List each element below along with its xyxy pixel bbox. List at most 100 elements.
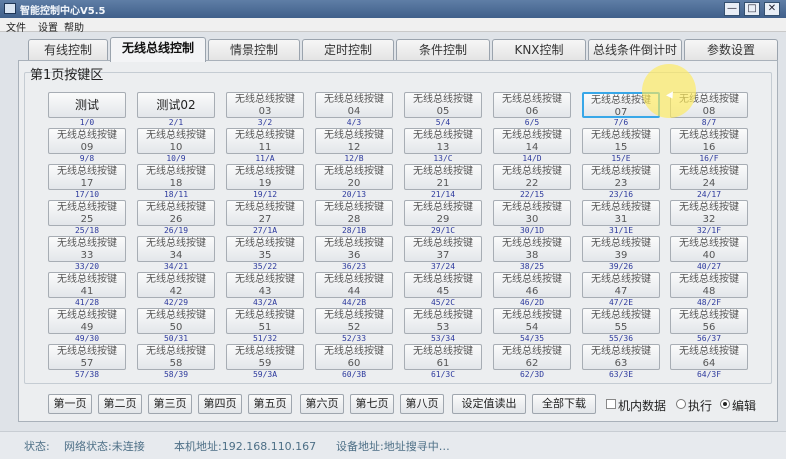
page-5-button[interactable]: 第五页 [248,394,292,414]
key-button[interactable]: 无线总线按键 64 [670,344,748,370]
tab-condition-control[interactable]: 条件控制 [396,39,490,60]
key-button[interactable]: 无线总线按键 33 [48,236,126,262]
key-button[interactable]: 无线总线按键 45 [404,272,482,298]
key-label: 无线总线按键 [146,202,206,213]
key-button[interactable]: 无线总线按键 12 [315,128,393,154]
key-button[interactable]: 无线总线按键 10 [137,128,215,154]
local-data-checkbox[interactable] [606,399,616,409]
key-button[interactable]: 无线总线按键 14 [493,128,571,154]
key-button[interactable]: 无线总线按键 40 [670,236,748,262]
page-4-button[interactable]: 第四页 [198,394,242,414]
key-button[interactable]: 无线总线按键 59 [226,344,304,370]
key-button[interactable]: 无线总线按键 24 [670,164,748,190]
key-button[interactable]: 测试02 [137,92,215,118]
key-button[interactable]: 无线总线按键 53 [404,308,482,334]
key-address: 37/24 [430,262,456,271]
key-button[interactable]: 无线总线按键 60 [315,344,393,370]
key-button[interactable]: 无线总线按键 39 [582,236,660,262]
key-address: 43/2A [252,298,278,307]
key-label: 无线总线按键 [679,166,739,177]
close-button[interactable]: ✕ [764,2,780,16]
tab-scene-control[interactable]: 情景控制 [208,39,300,60]
key-button[interactable]: 无线总线按键 47 [582,272,660,298]
tab-timer-control[interactable]: 定时控制 [302,39,394,60]
key-button[interactable]: 无线总线按键 31 [582,200,660,226]
key-address: 53/34 [430,334,456,343]
maximize-button[interactable]: □ [744,2,760,16]
page-2-button[interactable]: 第二页 [98,394,142,414]
key-button[interactable]: 无线总线按键 37 [404,236,482,262]
menu-help[interactable]: 帮助 [64,19,84,34]
key-button[interactable]: 无线总线按键 18 [137,164,215,190]
tab-wired-control[interactable]: 有线控制 [28,39,108,60]
key-button[interactable]: 无线总线按键 15 [582,128,660,154]
key-button[interactable]: 无线总线按键 55 [582,308,660,334]
key-button[interactable]: 无线总线按键 19 [226,164,304,190]
key-button[interactable]: 无线总线按键 44 [315,272,393,298]
read-settings-button[interactable]: 设定值读出 [452,394,526,414]
page-1-button[interactable]: 第一页 [48,394,92,414]
tab-parameter-settings[interactable]: 参数设置 [684,39,778,60]
key-button[interactable]: 无线总线按键 46 [493,272,571,298]
key-button[interactable]: 无线总线按键 04 [315,92,393,118]
key-button[interactable]: 无线总线按键 35 [226,236,304,262]
key-button[interactable]: 无线总线按键 13 [404,128,482,154]
key-label: 无线总线按键 [235,274,295,285]
page-7-button[interactable]: 第七页 [350,394,394,414]
key-button[interactable]: 无线总线按键 61 [404,344,482,370]
key-button[interactable]: 无线总线按键 05 [404,92,482,118]
key-button[interactable]: 无线总线按键 58 [137,344,215,370]
key-button[interactable]: 无线总线按键 42 [137,272,215,298]
key-address: 57/38 [74,370,100,379]
key-label: 无线总线按键 [57,310,117,321]
key-button[interactable]: 无线总线按键 16 [670,128,748,154]
execute-radio[interactable] [676,399,686,409]
key-button[interactable]: 无线总线按键 54 [493,308,571,334]
key-button[interactable]: 无线总线按键 20 [315,164,393,190]
key-button[interactable]: 无线总线按键 11 [226,128,304,154]
key-button[interactable]: 无线总线按键 29 [404,200,482,226]
tab-bus-condition-countdown[interactable]: 总线条件倒计时 [588,39,682,60]
key-button[interactable]: 无线总线按键 38 [493,236,571,262]
key-button[interactable]: 无线总线按键 52 [315,308,393,334]
key-button[interactable]: 无线总线按键 03 [226,92,304,118]
key-button[interactable]: 无线总线按键 22 [493,164,571,190]
key-button[interactable]: 无线总线按键 50 [137,308,215,334]
key-button[interactable]: 无线总线按键 34 [137,236,215,262]
key-button[interactable]: 无线总线按键 49 [48,308,126,334]
key-button[interactable]: 无线总线按键 17 [48,164,126,190]
key-label: 无线总线按键 [591,130,651,141]
key-button[interactable]: 无线总线按键 25 [48,200,126,226]
key-button[interactable]: 无线总线按键 28 [315,200,393,226]
key-button[interactable]: 无线总线按键 26 [137,200,215,226]
key-button[interactable]: 测试 [48,92,126,118]
key-button[interactable]: 无线总线按键 06 [493,92,571,118]
key-number: 23 [614,178,628,189]
menu-file[interactable]: 文件 [6,19,26,34]
page-8-button[interactable]: 第八页 [400,394,444,414]
key-button[interactable]: 无线总线按键 27 [226,200,304,226]
key-button[interactable]: 无线总线按键 30 [493,200,571,226]
key-button[interactable]: 无线总线按键 36 [315,236,393,262]
key-button[interactable]: 无线总线按键 48 [670,272,748,298]
key-button[interactable]: 无线总线按键 09 [48,128,126,154]
key-button[interactable]: 无线总线按键 32 [670,200,748,226]
minimize-button[interactable]: — [724,2,740,16]
key-button[interactable]: 无线总线按键 56 [670,308,748,334]
key-button[interactable]: 无线总线按键 23 [582,164,660,190]
page-6-button[interactable]: 第六页 [300,394,344,414]
key-number: 54 [525,322,539,333]
key-button[interactable]: 无线总线按键 41 [48,272,126,298]
page-3-button[interactable]: 第三页 [148,394,192,414]
menu-settings[interactable]: 设置 [38,19,58,34]
tab-wireless-bus-control[interactable]: 无线总线控制 [110,37,206,62]
key-button[interactable]: 无线总线按键 43 [226,272,304,298]
key-button[interactable]: 无线总线按键 57 [48,344,126,370]
key-button[interactable]: 无线总线按键 51 [226,308,304,334]
key-button[interactable]: 无线总线按键 21 [404,164,482,190]
key-button[interactable]: 无线总线按键 62 [493,344,571,370]
edit-radio[interactable] [720,399,730,409]
download-all-button[interactable]: 全部下载 [532,394,596,414]
tab-knx-control[interactable]: KNX控制 [492,39,586,60]
key-button[interactable]: 无线总线按键 63 [582,344,660,370]
